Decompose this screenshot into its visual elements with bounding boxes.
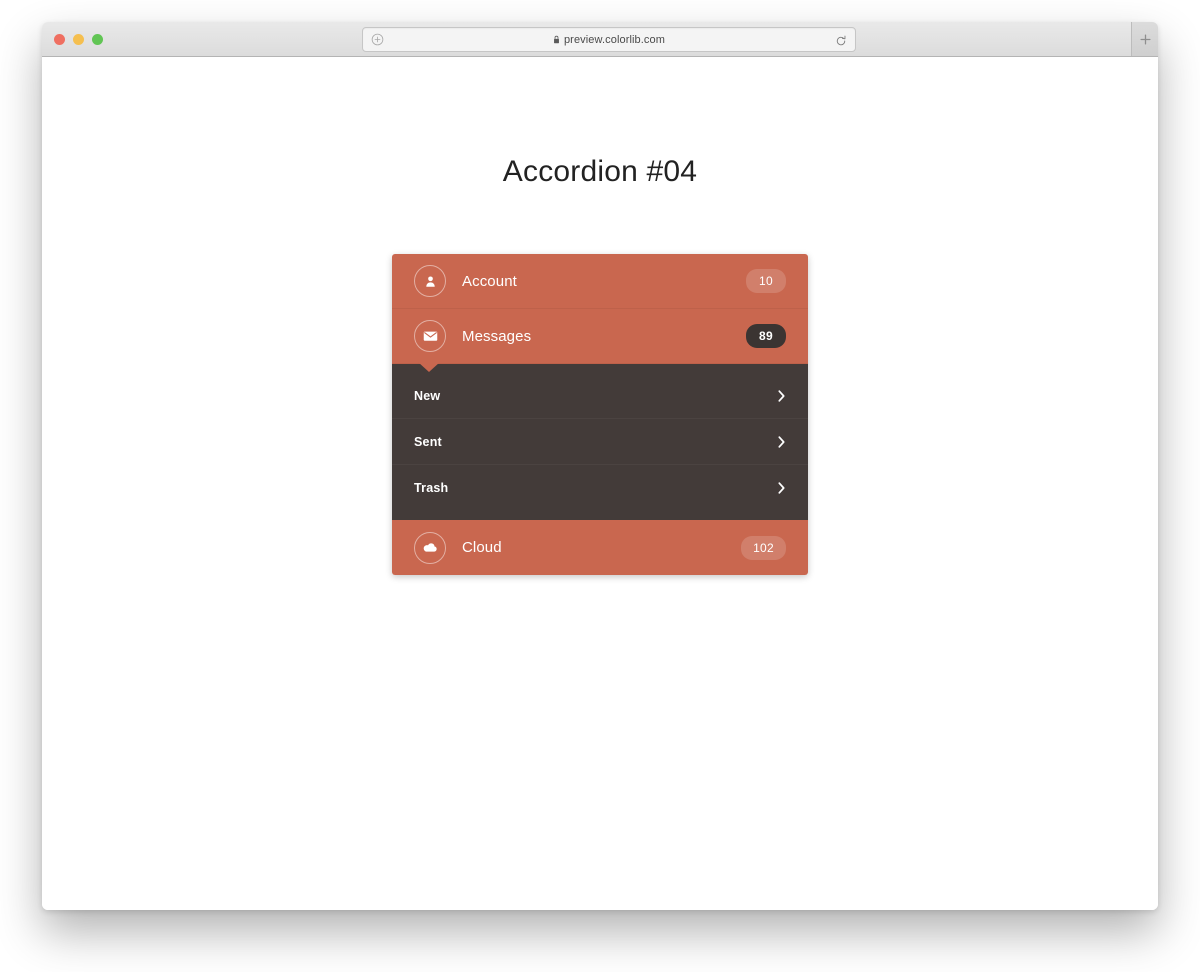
accordion-item-account: Account 10 — [392, 254, 808, 309]
accordion-pointer-notch — [418, 362, 440, 372]
user-icon — [414, 265, 446, 297]
accordion-header-cloud[interactable]: Cloud 102 — [392, 520, 808, 575]
submenu-label-trash: Trash — [414, 481, 449, 495]
cloud-icon — [414, 531, 446, 564]
add-circle-icon[interactable] — [371, 33, 384, 46]
submenu-item-new[interactable]: New — [392, 373, 808, 419]
badge-messages: 89 — [746, 324, 786, 348]
accordion-label-cloud: Cloud — [462, 539, 502, 556]
badge-cloud: 102 — [741, 535, 786, 560]
accordion-label-account: Account — [462, 272, 517, 290]
page-title: Accordion #04 — [502, 155, 698, 188]
chevron-right-icon — [777, 389, 786, 403]
submenu-item-trash[interactable]: Trash — [392, 465, 808, 511]
submenu-label-new: New — [414, 388, 441, 403]
close-window-button[interactable] — [54, 33, 65, 45]
accordion-header-messages[interactable]: Messages 89 — [392, 309, 808, 372]
reload-icon[interactable] — [835, 34, 847, 46]
badge-account: 10 — [746, 269, 786, 293]
lock-icon — [553, 35, 560, 44]
accordion-label-messages: Messages — [462, 327, 532, 345]
chevron-right-icon — [777, 481, 786, 495]
browser-window: preview.colorlib.com Accordion #04 Accou… — [42, 22, 1158, 910]
page-root: preview.colorlib.com Accordion #04 Accou… — [0, 0, 1200, 972]
accordion-panel-messages: New Sent Trash — [392, 364, 808, 520]
accordion-item-cloud: Cloud 102 — [392, 520, 808, 575]
address-bar-text-wrap: preview.colorlib.com — [363, 34, 855, 46]
address-bar[interactable]: preview.colorlib.com — [362, 27, 856, 52]
window-controls — [54, 22, 103, 56]
accordion-header-account[interactable]: Account 10 — [392, 254, 808, 309]
submenu-label-sent: Sent — [414, 434, 442, 449]
address-bar-url: preview.colorlib.com — [563, 33, 666, 46]
envelope-icon — [414, 320, 446, 352]
browser-toolbar: preview.colorlib.com — [42, 22, 1158, 57]
minimize-window-button[interactable] — [73, 33, 84, 45]
accordion-item-messages: Messages 89 New Sent Trash — [392, 309, 808, 520]
accordion: Account 10 Messages 89 New Sent Trash Cl… — [392, 254, 808, 575]
new-tab-button[interactable] — [1131, 22, 1158, 56]
zoom-window-button[interactable] — [92, 33, 103, 45]
submenu-item-sent[interactable]: Sent — [392, 419, 808, 465]
chevron-right-icon — [777, 435, 786, 449]
page-content: Accordion #04 Account 10 Messages 89 New… — [42, 57, 1158, 910]
plus-icon — [1139, 33, 1151, 45]
